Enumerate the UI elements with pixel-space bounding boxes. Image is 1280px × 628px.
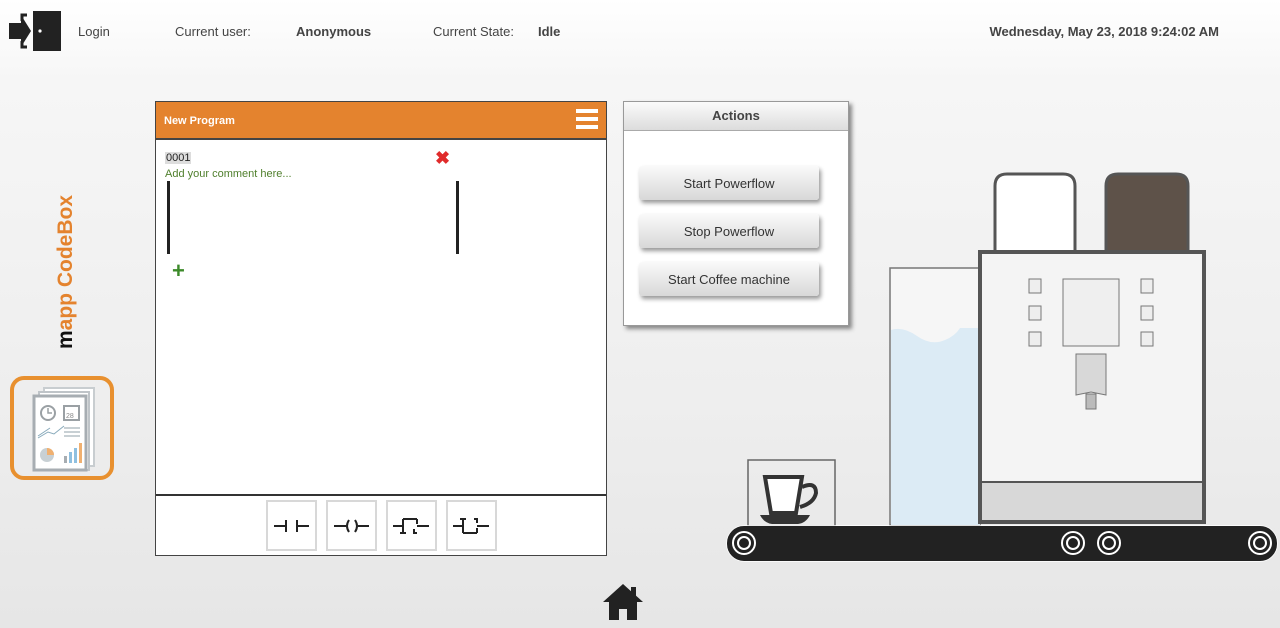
coffee-hopper-white xyxy=(993,172,1077,254)
home-icon[interactable] xyxy=(602,582,644,622)
water-tank xyxy=(889,267,981,526)
conveyor-belt xyxy=(726,525,1278,562)
coffee-machine-scene xyxy=(726,172,1278,562)
machine-body xyxy=(978,250,1206,524)
coffee-hopper-brown xyxy=(1104,172,1190,254)
cup-holder xyxy=(747,459,836,527)
coffee-cup-icon xyxy=(762,475,805,515)
